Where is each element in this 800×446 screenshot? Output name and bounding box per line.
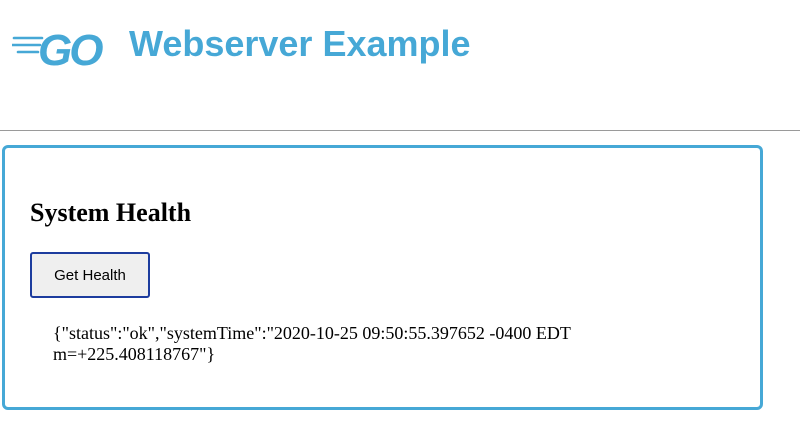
logo-text: GO	[38, 26, 103, 72]
site-title: Webserver Example	[129, 23, 471, 64]
response-line-1: {"status":"ok","systemTime":"2020-10-25 …	[53, 323, 571, 343]
response-line-2: m=+225.408118767"}	[53, 344, 216, 364]
header-divider	[0, 130, 800, 131]
panel-title: System Health	[30, 198, 192, 227]
system-health-panel: System Health Get Health {"status":"ok",…	[2, 145, 763, 410]
get-health-button[interactable]: Get Health	[30, 252, 150, 298]
health-response: {"status":"ok","systemTime":"2020-10-25 …	[53, 323, 673, 365]
page-header: GO Webserver Example	[0, 0, 800, 130]
go-logo-icon: GO	[12, 26, 106, 72]
